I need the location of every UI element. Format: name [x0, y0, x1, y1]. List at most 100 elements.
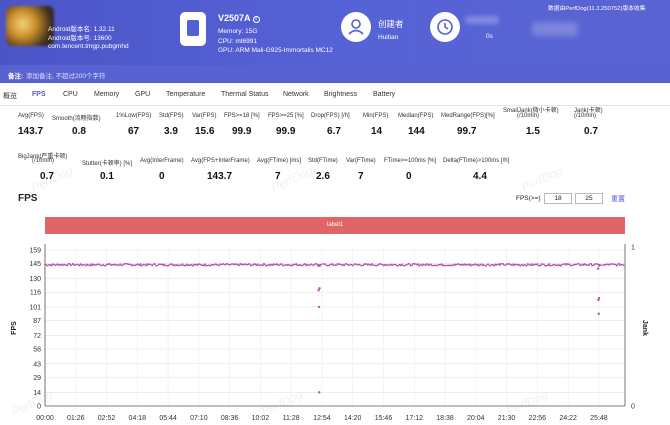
tab-temperature[interactable]: Temperature — [166, 91, 205, 98]
fps-data-point — [416, 263, 419, 266]
label-bar[interactable]: label1 — [45, 217, 625, 234]
tab-gpu[interactable]: GPU — [135, 91, 150, 98]
fps-data-point — [222, 262, 225, 265]
fps-data-point — [267, 264, 270, 267]
fps-data-point — [622, 264, 625, 266]
fps-data-point — [414, 263, 416, 265]
fps-data-point — [211, 263, 214, 266]
note-bar[interactable]: 备注: 添加备注, 不超过200个字符 — [0, 65, 670, 83]
reset-button[interactable]: 重置 — [611, 194, 625, 204]
note-input[interactable]: 添加备注, 不超过200个字符 — [26, 70, 105, 80]
fps-data-point — [461, 263, 464, 266]
fps-data-point — [102, 263, 104, 266]
tab-thermal-status[interactable]: Thermal Status — [221, 91, 268, 98]
tab-cpu[interactable]: CPU — [63, 91, 78, 98]
fps-data-point — [532, 264, 534, 267]
label-bar-text: label1 — [326, 222, 343, 228]
fps-data-point — [286, 264, 289, 266]
fps-data-point — [290, 264, 293, 267]
fps-data-point — [375, 264, 378, 267]
fps-data-point — [308, 264, 310, 266]
fps-data-point — [441, 264, 444, 267]
fps-data-point — [82, 263, 85, 266]
fps-data-point — [166, 264, 169, 267]
fps-data-point — [93, 263, 96, 266]
fps-data-point — [566, 262, 569, 265]
fps-data-point — [243, 263, 246, 266]
x-tick-label: 08:36 — [221, 415, 239, 422]
fps-threshold-input-2[interactable] — [575, 193, 603, 204]
fps-data-point — [484, 264, 487, 267]
fps-dip-point — [317, 305, 321, 309]
y-axis-label: FPS — [11, 321, 18, 335]
fps-data-point — [202, 264, 205, 267]
fps-data-point — [478, 264, 481, 267]
device-name: V2507A i — [218, 13, 260, 23]
fps-data-point — [487, 263, 489, 266]
x-tick-label: 24:22 — [559, 415, 577, 422]
fps-data-point — [132, 264, 134, 266]
phone-icon — [180, 12, 206, 46]
fps-data-point — [482, 264, 485, 266]
tab-memory[interactable]: Memory — [94, 91, 119, 98]
fps-data-point — [570, 264, 573, 267]
fps-data-point — [562, 263, 564, 266]
fps-data-point — [605, 263, 607, 266]
fps-data-point — [282, 264, 285, 267]
fps-data-point — [459, 264, 461, 266]
fps-data-point — [521, 264, 524, 266]
fps-data-point — [198, 263, 201, 266]
fps-data-point — [572, 263, 575, 266]
fps-data-point — [248, 262, 250, 265]
device-cpu: CPU: mt6991 — [218, 37, 258, 45]
fps-data-point — [123, 263, 126, 265]
fps-data-point — [224, 263, 227, 266]
fps-data-point — [596, 263, 599, 266]
fps-data-point — [140, 264, 143, 267]
fps-data-point — [78, 264, 81, 267]
tab-network[interactable]: Network — [283, 91, 309, 98]
fps-data-point — [399, 263, 401, 266]
fps-data-point — [185, 263, 188, 266]
fps-data-point — [418, 264, 421, 267]
tab-fps[interactable]: FPS — [32, 91, 46, 98]
fps-data-point — [560, 264, 562, 267]
fps-data-point — [336, 262, 339, 265]
fps-data-point — [609, 263, 612, 265]
device-gpu: GPU: ARM Mali-G925-Immortalis MC12 — [218, 47, 333, 55]
fps-data-point — [72, 262, 74, 265]
fps-data-point — [351, 264, 354, 267]
clock-icon — [430, 12, 460, 42]
tab-brightness[interactable]: Brightness — [324, 91, 357, 98]
fps-data-point — [54, 264, 57, 267]
fps-data-point — [549, 264, 552, 267]
fps-data-point — [366, 263, 369, 266]
tab-battery[interactable]: Battery — [373, 91, 395, 98]
fps-data-point — [392, 263, 395, 266]
fps-data-point — [592, 264, 595, 267]
fps-data-point — [523, 263, 526, 266]
fps-data-point — [332, 264, 335, 267]
info-icon[interactable]: i — [252, 16, 260, 23]
fps-data-point — [230, 263, 233, 265]
fps-data-point — [177, 264, 180, 267]
fps-data-point — [44, 263, 46, 266]
fps-data-point — [542, 263, 545, 266]
fps-data-point — [310, 263, 313, 266]
fps-data-point — [353, 263, 356, 265]
tab-overview[interactable]: 概览 — [3, 91, 17, 101]
fps-data-point — [108, 262, 111, 265]
fps-data-point — [104, 264, 107, 267]
fps-data-point — [345, 262, 348, 265]
watermark: PerfDog — [9, 387, 55, 419]
fps-data-point — [538, 264, 541, 267]
fps-data-point — [499, 262, 502, 265]
fps-data-point — [235, 263, 237, 266]
fps-dip-point — [597, 312, 600, 315]
fps-data-point — [190, 263, 192, 266]
fps-data-point — [147, 263, 149, 266]
fps-threshold-input-1[interactable] — [544, 193, 572, 204]
fps-data-point — [506, 262, 509, 265]
fps-data-point — [205, 264, 207, 267]
y-tick-label: 72 — [33, 333, 41, 340]
